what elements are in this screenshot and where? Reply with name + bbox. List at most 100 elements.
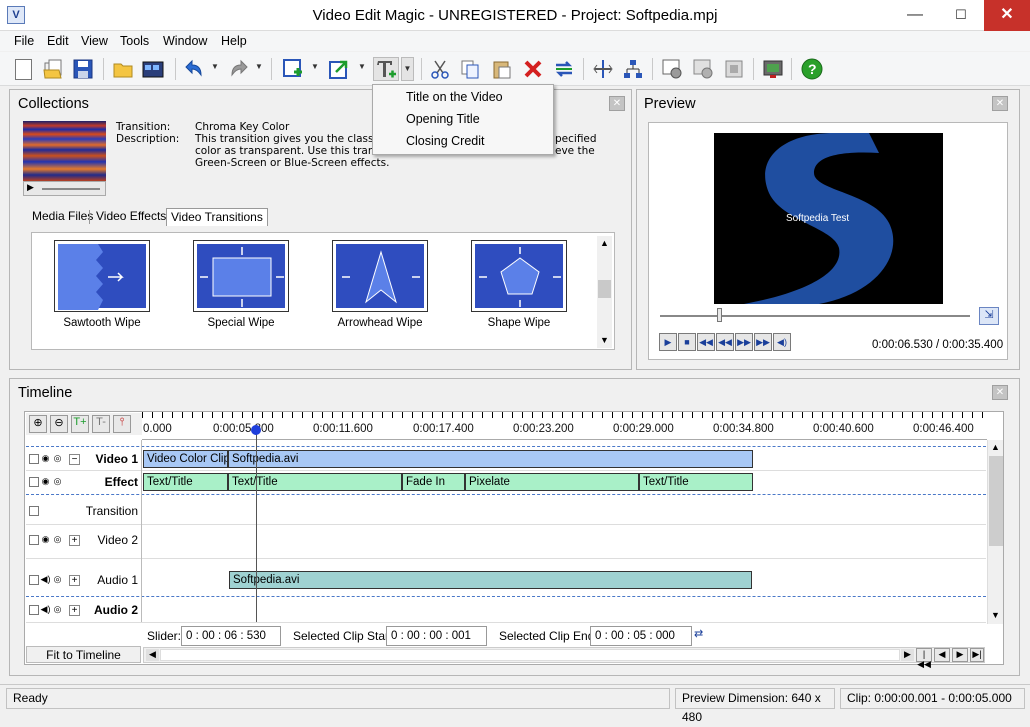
apply-clip-time-icon[interactable]: ⇄ <box>694 627 710 644</box>
crop-icon[interactable] <box>722 57 746 81</box>
transitions-scrollbar[interactable]: ▲ ▼ <box>597 236 612 348</box>
video1-checkbox[interactable] <box>29 454 39 464</box>
tab-media-files[interactable]: Media Files <box>28 208 97 226</box>
video1-lock-icon[interactable]: ◎ <box>52 453 63 464</box>
video1-collapse-icon[interactable]: − <box>69 454 80 465</box>
transition-special-wipe[interactable] <box>193 240 289 312</box>
forward-icon[interactable]: ▶▶ <box>735 333 753 351</box>
close-button[interactable]: ✕ <box>984 0 1030 31</box>
zoom-in-icon[interactable]: ⊕ <box>29 415 47 433</box>
next-icon[interactable]: ▶ <box>952 648 968 662</box>
go-start-icon[interactable]: |◀◀ <box>916 648 932 669</box>
clip-effect-fade-in[interactable]: Fade In <box>402 473 465 491</box>
audio2-checkbox[interactable] <box>29 605 39 615</box>
transition-sawtooth-wipe[interactable] <box>54 240 150 312</box>
slider-time-input[interactable]: 0 : 00 : 06 : 530 <box>181 626 281 646</box>
go-end-icon[interactable]: ▶| <box>970 648 984 662</box>
undo-dropdown-icon[interactable]: ▼ <box>210 62 220 74</box>
menu-item-title-on-video[interactable]: Title on the Video <box>406 90 503 104</box>
thumbnail-slider[interactable] <box>42 188 100 190</box>
menu-tools[interactable]: Tools <box>120 34 149 48</box>
clip-softpedia-audio[interactable]: Softpedia.avi <box>229 571 752 589</box>
replace-icon[interactable] <box>552 57 576 81</box>
open-icon[interactable] <box>41 57 65 81</box>
vscroll-thumb[interactable] <box>989 456 1003 546</box>
preview-seek-thumb[interactable] <box>717 308 722 322</box>
zoom-out-icon[interactable]: ⊖ <box>50 415 68 433</box>
video2-expand-icon[interactable]: + <box>69 535 80 546</box>
playhead-handle[interactable] <box>251 425 261 435</box>
rewind-icon[interactable]: ◀◀ <box>716 333 734 351</box>
paste-icon[interactable] <box>490 57 514 81</box>
clip-start-input[interactable]: 0 : 00 : 00 : 001 <box>386 626 487 646</box>
hscroll-right-icon[interactable]: ▶ <box>901 649 914 661</box>
collections-close-button[interactable]: ✕ <box>609 96 625 111</box>
scroll-up-icon[interactable]: ▲ <box>600 238 609 248</box>
export-dropdown-icon[interactable]: ▼ <box>357 62 367 74</box>
thumbnail-play-icon[interactable]: ▶ <box>27 182 34 193</box>
clip-effect-text-3[interactable]: Text/Title <box>639 473 753 491</box>
transition-shape-wipe[interactable] <box>471 240 567 312</box>
render-icon[interactable] <box>691 57 715 81</box>
split-icon[interactable] <box>591 57 615 81</box>
redo-dropdown-icon[interactable]: ▼ <box>254 62 264 74</box>
preview-seek-track[interactable] <box>660 315 970 317</box>
minimize-button[interactable]: — <box>892 0 938 31</box>
stop-icon[interactable]: ■ <box>678 333 696 351</box>
clip-effect-text-1[interactable]: Text/Title <box>143 473 228 491</box>
scroll-down-icon[interactable]: ▼ <box>600 335 609 345</box>
effect-visible-icon[interactable]: ◉ <box>40 476 51 487</box>
copy-icon[interactable] <box>458 57 482 81</box>
volume-icon[interactable]: ◀) <box>773 333 791 351</box>
preview-popout-icon[interactable]: ⇲ <box>979 307 999 325</box>
redo-icon[interactable] <box>226 57 250 81</box>
text-title-icon[interactable] <box>373 57 399 81</box>
transition-checkbox[interactable] <box>29 506 39 516</box>
group-icon[interactable] <box>621 57 645 81</box>
markers-icon[interactable]: ⫯ <box>113 415 131 433</box>
fit-to-timeline-button[interactable]: Fit to Timeline <box>26 646 141 663</box>
capture-icon[interactable] <box>761 57 785 81</box>
clip-end-input[interactable]: 0 : 00 : 05 : 000 <box>590 626 692 646</box>
text-title-dropdown-icon[interactable]: ▼ <box>401 57 414 81</box>
menu-help[interactable]: Help <box>221 34 247 48</box>
vscroll-up-icon[interactable]: ▲ <box>991 442 1000 452</box>
export-icon[interactable] <box>327 57 351 81</box>
clip-effect-pixelate[interactable]: Pixelate <box>465 473 639 491</box>
tab-video-effects[interactable]: Video Effects <box>92 208 170 226</box>
import-media-icon[interactable] <box>141 57 165 81</box>
delete-icon[interactable] <box>521 57 545 81</box>
video2-checkbox[interactable] <box>29 535 39 545</box>
cut-icon[interactable] <box>428 57 452 81</box>
clip-softpedia-video[interactable]: Softpedia.avi <box>228 450 753 468</box>
play-icon[interactable]: ▶ <box>659 333 677 351</box>
maximize-button[interactable]: ☐ <box>938 0 984 31</box>
menu-item-opening-title[interactable]: Opening Title <box>406 112 480 126</box>
transition-arrowhead-wipe[interactable] <box>332 240 428 312</box>
add-clip-dropdown-icon[interactable]: ▼ <box>310 62 320 74</box>
audio1-checkbox[interactable] <box>29 575 39 585</box>
video2-lock-icon[interactable]: ◎ <box>52 534 63 545</box>
timeline-close-button[interactable]: ✕ <box>992 385 1008 400</box>
new-icon[interactable] <box>11 57 35 81</box>
menu-window[interactable]: Window <box>163 34 207 48</box>
add-track-icon[interactable]: T+ <box>71 415 89 433</box>
audio2-expand-icon[interactable]: + <box>69 605 80 616</box>
undo-icon[interactable] <box>183 57 207 81</box>
menu-edit[interactable]: Edit <box>47 34 69 48</box>
effect-checkbox[interactable] <box>29 477 39 487</box>
frame-forward-icon[interactable]: ▶▶ <box>754 333 772 351</box>
remove-track-icon[interactable]: T- <box>92 415 110 433</box>
video1-visible-icon[interactable]: ◉ <box>40 453 51 464</box>
menu-item-closing-credit[interactable]: Closing Credit <box>406 134 485 148</box>
audio1-lock-icon[interactable]: ◎ <box>52 574 63 585</box>
preview-close-button[interactable]: ✕ <box>992 96 1008 111</box>
tab-video-transitions[interactable]: Video Transitions <box>166 208 268 226</box>
scroll-thumb[interactable] <box>598 280 611 298</box>
frame-back-icon[interactable]: ◀◀ <box>697 333 715 351</box>
video2-visible-icon[interactable]: ◉ <box>40 534 51 545</box>
audio1-speaker-icon[interactable]: ◀) <box>40 574 51 585</box>
prev-icon[interactable]: ◀ <box>934 648 950 662</box>
open-folder-icon[interactable] <box>111 57 135 81</box>
add-clip-icon[interactable] <box>281 57 305 81</box>
